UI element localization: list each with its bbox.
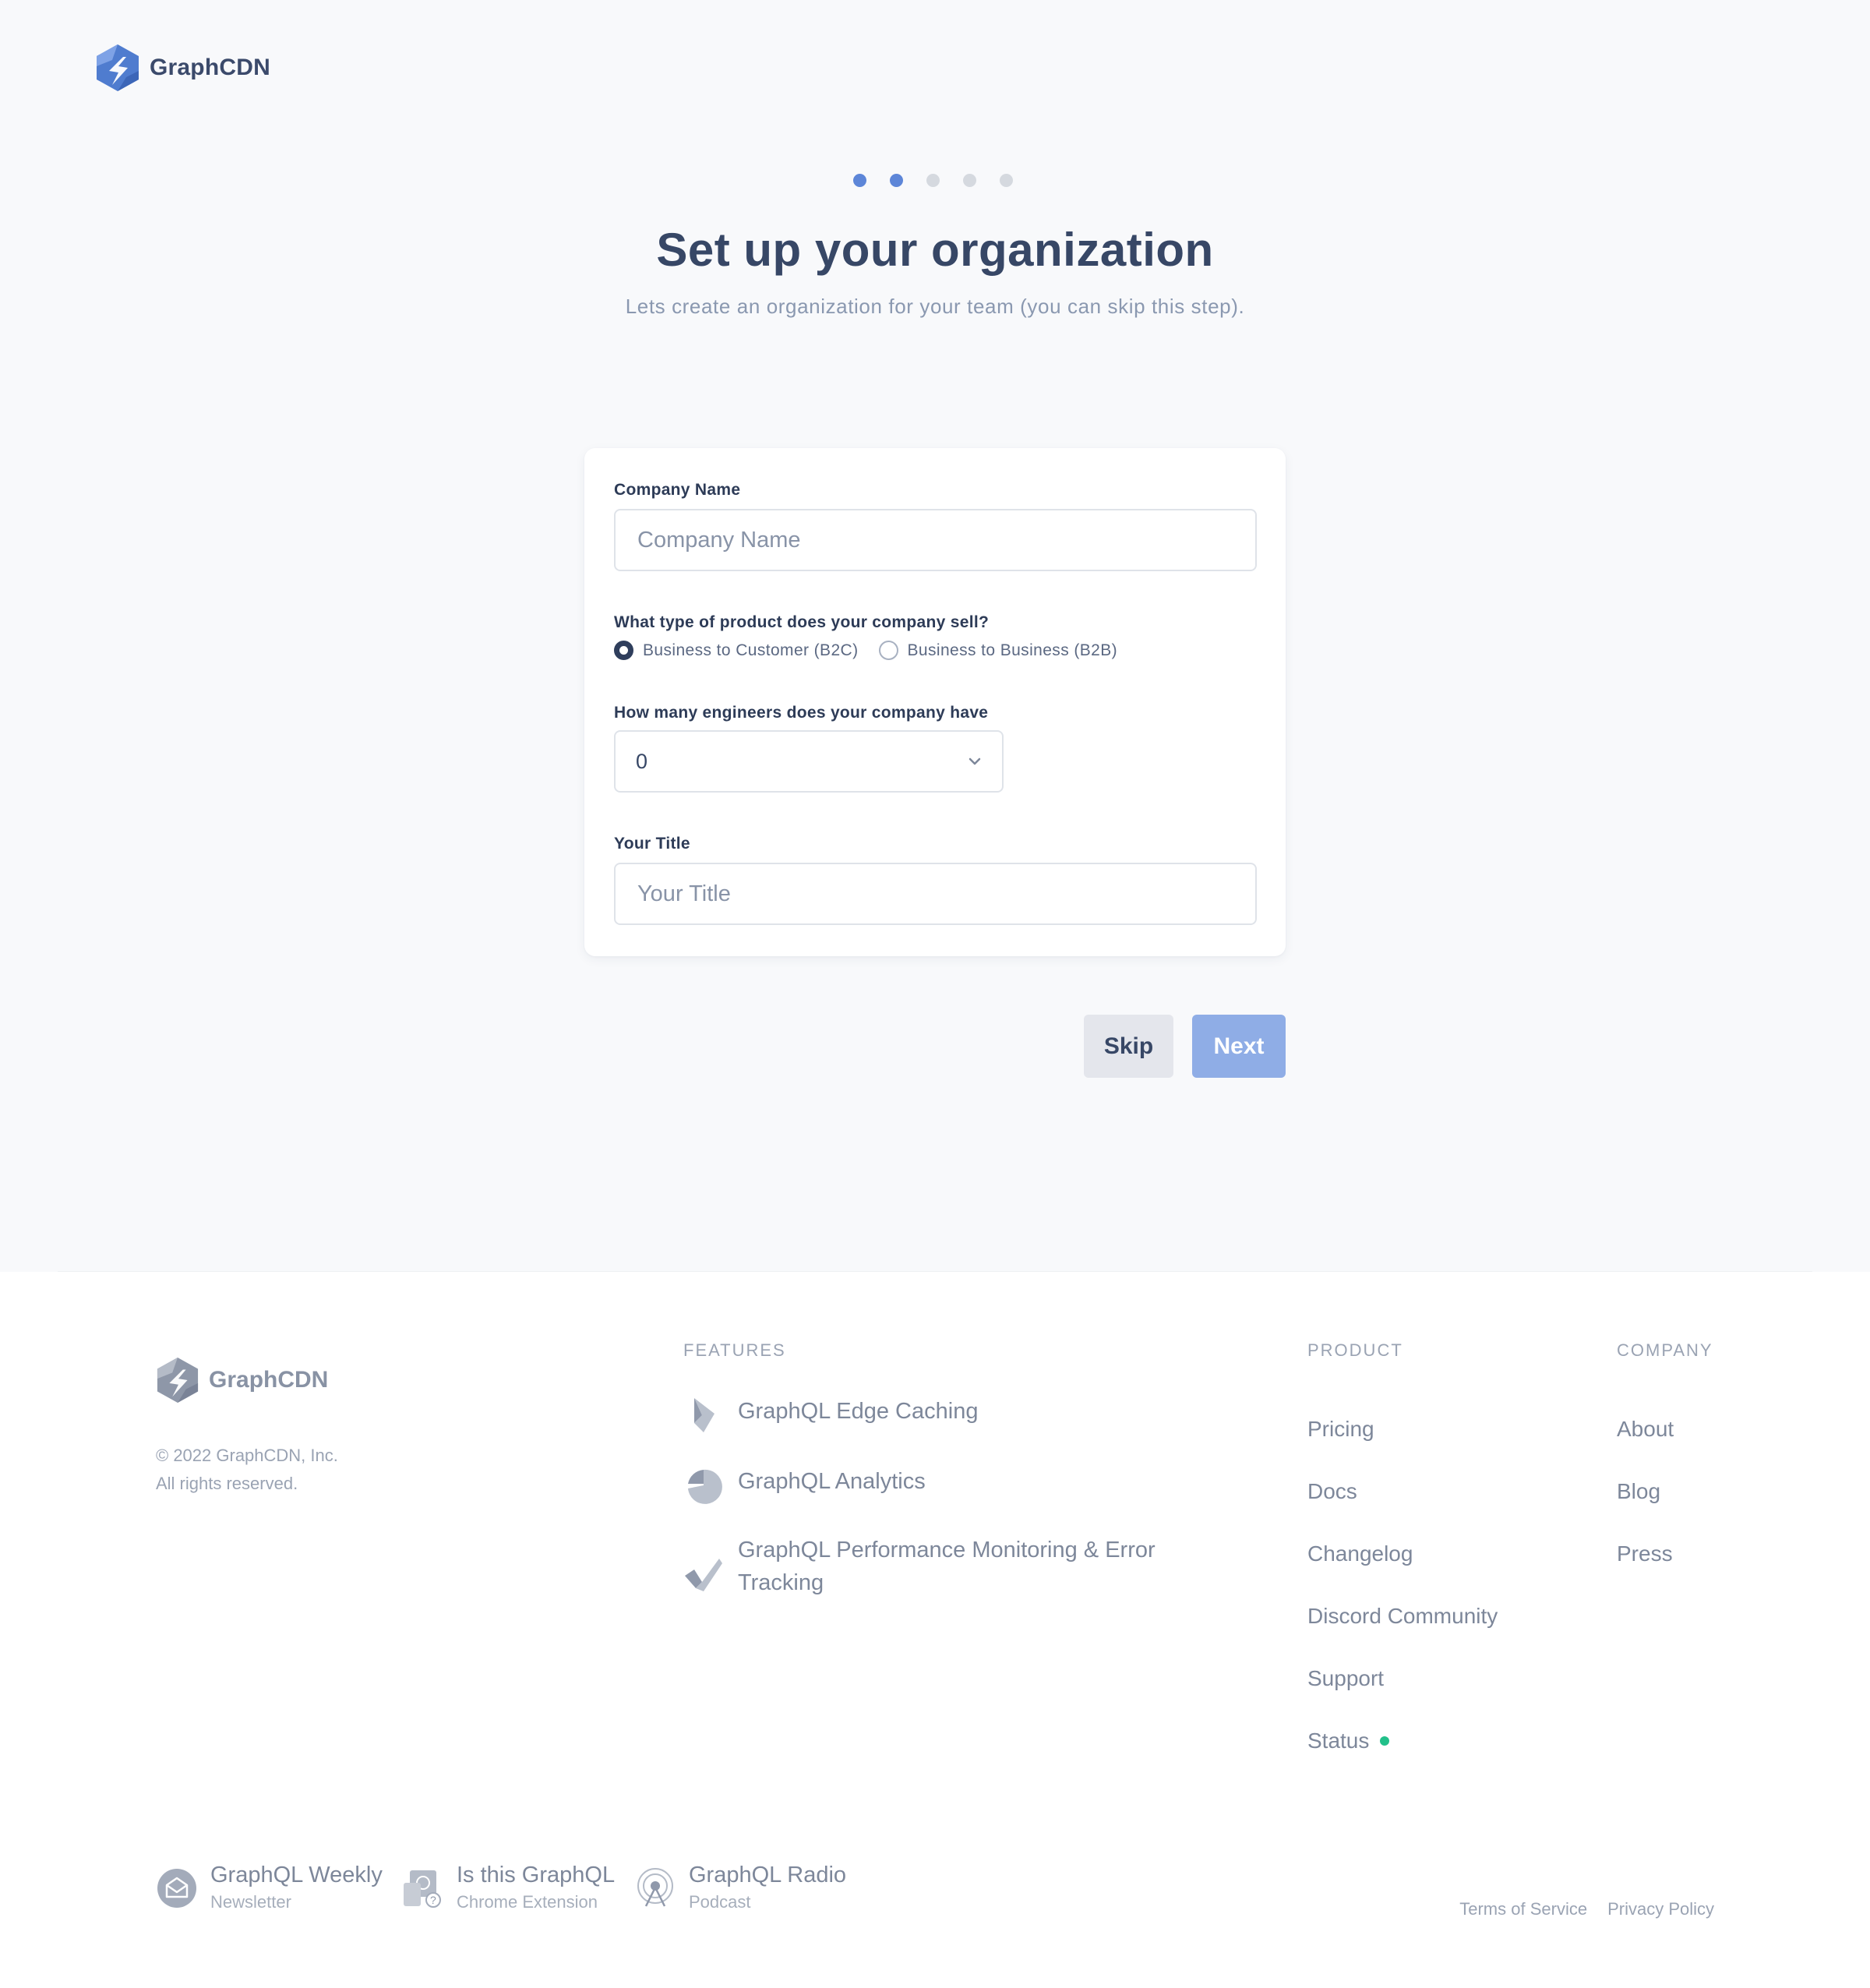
- legal-links: Terms of Service Privacy Policy: [1459, 1899, 1714, 1919]
- privacy-policy-link[interactable]: Privacy Policy: [1607, 1899, 1714, 1919]
- graphcdn-logo-icon: [157, 1358, 199, 1403]
- podcast-icon: [637, 1868, 673, 1907]
- feature-analytics[interactable]: GraphQL Analytics: [683, 1465, 1174, 1506]
- analytics-icon: [688, 1469, 722, 1504]
- feature-monitoring-label: GraphQL Performance Monitoring & Error T…: [738, 1538, 1156, 1595]
- feature-analytics-label: GraphQL Analytics: [738, 1469, 926, 1494]
- product-type-label: What type of product does your company s…: [614, 613, 990, 631]
- resource-radio-title: GraphQL Radio: [689, 1863, 847, 1887]
- extension-icon: ?: [404, 1870, 441, 1908]
- monitoring-icon: [685, 1559, 722, 1591]
- step-dot-2: [890, 174, 903, 187]
- radio-b2c-label: Business to Customer (B2C): [643, 641, 859, 659]
- feature-monitoring[interactable]: GraphQL Performance Monitoring & Error T…: [683, 1534, 1174, 1599]
- feature-edge-caching-label: GraphQL Edge Caching: [738, 1399, 979, 1424]
- skip-button[interactable]: Skip: [1084, 1015, 1173, 1078]
- header-logo[interactable]: GraphCDN: [95, 43, 270, 93]
- engineers-label: How many engineers does your company hav…: [614, 704, 989, 722]
- resource-extension-subtitle: Chrome Extension: [457, 1892, 598, 1912]
- product-type-radio-group: Business to Customer (B2C) Business to B…: [614, 641, 1117, 660]
- svg-text:?: ?: [430, 1894, 436, 1906]
- link-about[interactable]: About: [1617, 1398, 1674, 1460]
- company-name-input[interactable]: [614, 509, 1257, 571]
- copyright-line-2: All rights reserved.: [156, 1474, 298, 1493]
- step-dot-3: [926, 174, 940, 187]
- link-press[interactable]: Press: [1617, 1523, 1674, 1585]
- product-links: Pricing Docs Changelog Discord Community…: [1307, 1398, 1498, 1772]
- resource-weekly-subtitle: Newsletter: [210, 1892, 291, 1912]
- link-status[interactable]: Status: [1307, 1710, 1498, 1772]
- link-pricing[interactable]: Pricing: [1307, 1398, 1498, 1460]
- radio-option-b2b[interactable]: Business to Business (B2B): [878, 641, 1118, 660]
- chevron-down-icon: [969, 757, 981, 765]
- progress-stepper: [853, 174, 1013, 187]
- next-button[interactable]: Next: [1192, 1015, 1286, 1078]
- resource-graphql-radio[interactable]: GraphQL Radio Podcast: [634, 1859, 846, 1914]
- link-docs[interactable]: Docs: [1307, 1460, 1498, 1523]
- feature-edge-caching[interactable]: GraphQL Edge Caching: [683, 1395, 1174, 1435]
- your-title-label: Your Title: [614, 835, 690, 853]
- radio-option-b2c[interactable]: Business to Customer (B2C): [614, 641, 859, 660]
- company-name-label: Company Name: [614, 481, 741, 499]
- footer-brand-name: GraphCDN: [209, 1367, 329, 1393]
- step-dot-4: [963, 174, 976, 187]
- resource-extension-title: Is this GraphQL: [457, 1863, 616, 1887]
- graphcdn-logo-icon: [97, 44, 139, 91]
- step-dot-1: [853, 174, 866, 187]
- step-dot-5: [1000, 174, 1013, 187]
- your-title-input[interactable]: [614, 863, 1257, 925]
- footer-logo[interactable]: GraphCDN: [156, 1356, 328, 1404]
- page-subtitle: Lets create an organization for your tea…: [625, 295, 1245, 318]
- company-heading: COMPANY: [1617, 1340, 1713, 1360]
- resource-radio-subtitle: Podcast: [689, 1892, 751, 1912]
- resource-graphql-weekly[interactable]: GraphQL Weekly Newsletter: [156, 1859, 383, 1914]
- edge-caching-icon: [694, 1398, 714, 1432]
- link-support[interactable]: Support: [1307, 1647, 1498, 1710]
- organization-form-card: Company Name What type of product does y…: [584, 448, 1286, 956]
- link-status-label: Status: [1307, 1728, 1370, 1753]
- brand-name: GraphCDN: [150, 55, 270, 80]
- status-indicator: [1380, 1736, 1390, 1746]
- newsletter-icon: [157, 1869, 196, 1908]
- page-title: Set up your organization: [656, 224, 1214, 276]
- product-heading: PRODUCT: [1307, 1340, 1403, 1360]
- radio-b2b-label: Business to Business (B2B): [907, 641, 1118, 659]
- resource-weekly-title: GraphQL Weekly: [210, 1863, 383, 1887]
- terms-of-service-link[interactable]: Terms of Service: [1459, 1899, 1587, 1919]
- copyright-line-1: © 2022 GraphCDN, Inc.: [156, 1446, 338, 1465]
- engineers-select-value: 0: [636, 749, 648, 773]
- link-blog[interactable]: Blog: [1617, 1460, 1674, 1523]
- engineers-select[interactable]: 0: [614, 730, 1004, 793]
- footer: GraphCDN © 2022 GraphCDN, Inc. All right…: [0, 1272, 1870, 1988]
- radio-b2b[interactable]: [878, 641, 898, 660]
- link-discord-community[interactable]: Discord Community: [1307, 1585, 1498, 1647]
- link-changelog[interactable]: Changelog: [1307, 1523, 1498, 1585]
- company-links: About Blog Press: [1617, 1398, 1674, 1585]
- radio-b2c[interactable]: [614, 641, 633, 660]
- resource-is-this-graphql[interactable]: ? Is this GraphQL Chrome Extension: [402, 1859, 615, 1914]
- features-heading: FEATURES: [683, 1340, 786, 1360]
- copyright: © 2022 GraphCDN, Inc. All rights reserve…: [156, 1442, 338, 1498]
